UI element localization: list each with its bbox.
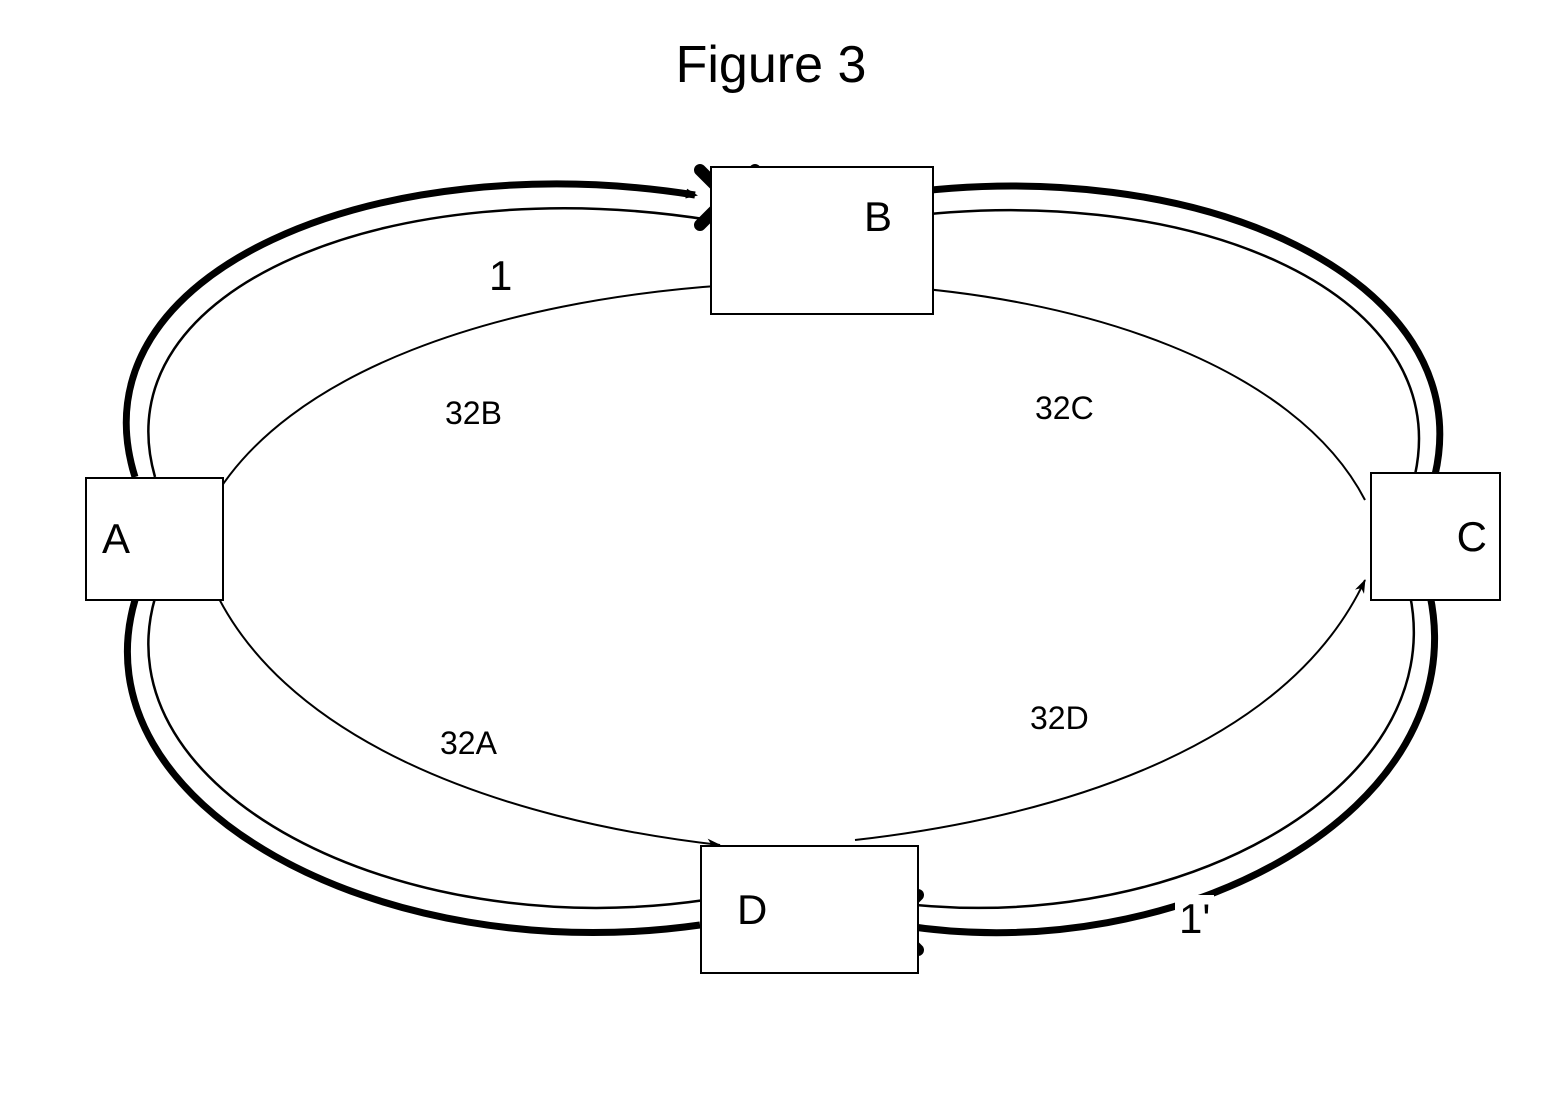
node-c: C xyxy=(1370,472,1501,601)
node-a-label: A xyxy=(102,515,130,563)
mid-arc-bc xyxy=(880,210,1419,475)
node-d: D xyxy=(700,845,919,974)
inner-arc-32a xyxy=(208,575,720,845)
label-outer-top: 1 xyxy=(485,252,516,300)
label-32c: 32C xyxy=(1035,390,1094,427)
outer-arc-ab xyxy=(126,184,695,477)
mid-arc-da xyxy=(148,598,705,908)
node-d-label: D xyxy=(737,886,767,934)
node-b-label: B xyxy=(864,193,892,241)
mid-arc-cd xyxy=(875,595,1414,908)
node-b: B xyxy=(710,166,934,315)
inner-arc-32c xyxy=(870,285,1365,500)
label-outer-bottom: 1' xyxy=(1175,895,1214,943)
label-32d: 32D xyxy=(1030,700,1089,737)
diagram-container: Figure 3 xyxy=(0,0,1542,1110)
label-32a: 32A xyxy=(440,725,497,762)
outer-arc-bc xyxy=(890,186,1440,475)
inner-arc-32d xyxy=(855,580,1365,840)
outer-arc-cd xyxy=(900,595,1435,933)
label-32b: 32B xyxy=(445,395,502,432)
node-a: A xyxy=(85,477,224,601)
node-c-label: C xyxy=(1457,513,1487,561)
